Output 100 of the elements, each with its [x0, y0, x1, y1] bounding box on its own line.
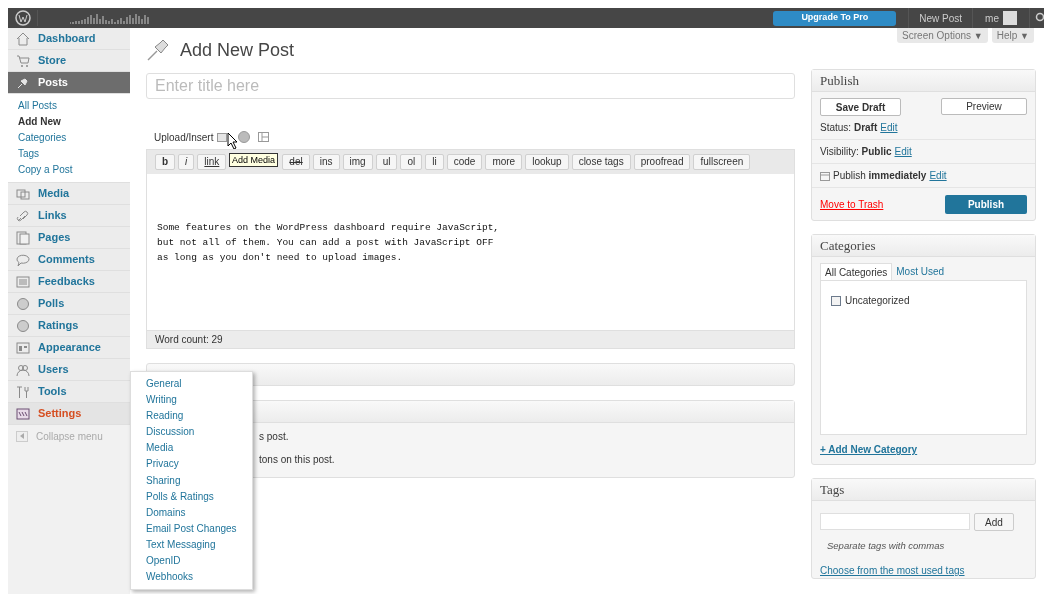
format-button[interactable]: more	[485, 154, 523, 170]
format-button[interactable]: close tags	[571, 154, 631, 170]
users-icon	[16, 362, 30, 377]
menu-item[interactable]: Comments	[8, 249, 130, 271]
user-name[interactable]: me	[985, 10, 999, 26]
panel-title: Categories	[820, 236, 876, 255]
upload-insert-label: Upload/Insert	[154, 130, 214, 145]
editor-text: but not all of them. You can add a post with JavaScript OFF	[157, 236, 494, 250]
tags-hint: Separate tags with commas	[827, 539, 946, 553]
chain-icon	[16, 208, 30, 223]
menu-item[interactable]: Polls	[8, 293, 130, 315]
flyout-menu-item[interactable]: General	[146, 376, 182, 393]
submenu-item[interactable]: Tags	[18, 146, 40, 162]
publish-button[interactable]: Publish	[945, 194, 1027, 214]
flyout-menu-item[interactable]: Writing	[146, 392, 177, 409]
preview-button[interactable]: Preview	[941, 98, 1027, 115]
collapse-icon[interactable]	[16, 430, 28, 442]
move-to-trash-link[interactable]: Move to Trash	[820, 196, 884, 212]
page-title: Add New Post	[180, 38, 295, 62]
menu-item[interactable]: Tools	[8, 381, 130, 403]
checkbox[interactable]	[831, 295, 841, 306]
format-button[interactable]: li	[425, 154, 444, 170]
house-icon	[16, 31, 30, 46]
flyout-menu-item[interactable]: Privacy	[146, 456, 179, 473]
editor-text: Some features on the WordPress dashboard require JavaScript,	[157, 221, 500, 235]
menu-item[interactable]: Feedbacks	[8, 271, 130, 293]
add-tag-button[interactable]: Add	[974, 513, 1014, 531]
tag-input-field[interactable]	[820, 513, 970, 530]
menu-item[interactable]: Appearance	[8, 337, 130, 359]
calendar-icon	[820, 170, 830, 181]
add-new-category-link[interactable]: + Add New Category	[820, 442, 918, 457]
flyout-menu-item[interactable]: Email Post Changes	[146, 520, 237, 537]
publish-setting: Publish immediately	[833, 169, 927, 183]
pages-icon	[16, 230, 30, 245]
editor-text: as long as you don't need to upload images.	[157, 251, 403, 265]
publish-setting: Visibility: Public	[820, 145, 892, 159]
category-tab[interactable]: Most Used	[892, 263, 949, 280]
form-icon	[16, 274, 30, 289]
flyout-menu-item[interactable]: Polls & Ratings	[146, 488, 214, 505]
panel-title: Tags	[820, 480, 845, 499]
menu-item[interactable]: Settings	[8, 403, 130, 425]
choose-tags-link[interactable]: Choose from the most used tags	[820, 563, 965, 579]
tooltip: Add Media	[229, 153, 279, 167]
submenu-item[interactable]: All Posts	[18, 98, 57, 114]
format-button[interactable]: ul	[375, 154, 398, 170]
flyout-menu-item[interactable]: Sharing	[146, 472, 181, 489]
circle-icon	[16, 318, 30, 333]
category-label: Uncategorized	[845, 294, 910, 308]
menu-item[interactable]: Store	[8, 50, 130, 72]
flyout-menu-item[interactable]: Domains	[146, 504, 186, 521]
option-text: s post.	[259, 430, 289, 444]
flyout-menu-item[interactable]: Discussion	[146, 424, 195, 441]
italic-button[interactable]: i	[178, 154, 195, 170]
menu-item[interactable]: Pages	[8, 227, 130, 249]
save-draft-button[interactable]: Save Draft	[820, 98, 901, 116]
speech-bubble-icon	[16, 252, 30, 267]
circle-icon[interactable]	[238, 131, 251, 143]
format-button[interactable]: lookup	[525, 154, 569, 170]
category-tab[interactable]: All Categories	[820, 263, 893, 280]
upgrade-button[interactable]: Upgrade To Pro	[773, 10, 897, 26]
menu-item[interactable]: Media	[8, 183, 130, 205]
help-button[interactable]: Help ▼	[991, 28, 1034, 43]
tools-icon	[16, 384, 30, 399]
flyout-menu-item[interactable]: Media	[146, 440, 174, 457]
media-icon[interactable]	[258, 132, 270, 142]
menu-item[interactable]: Links	[8, 205, 130, 227]
settings-icon	[16, 406, 30, 421]
panel-title: Publish	[820, 71, 859, 90]
search-icon[interactable]	[1034, 12, 1044, 24]
cursor-icon	[227, 132, 239, 150]
menu-item[interactable]: Users	[8, 359, 130, 381]
format-button[interactable]: proofread	[633, 154, 691, 170]
image-icon[interactable]	[217, 132, 228, 142]
title-field[interactable]: Enter title here	[146, 73, 795, 99]
format-button[interactable]: fullscreen	[693, 154, 751, 170]
logo-icon[interactable]	[14, 10, 31, 26]
layout-icon	[16, 340, 30, 355]
submenu-item[interactable]: Categories	[18, 130, 67, 146]
menu-item[interactable]: Posts	[8, 72, 130, 94]
format-button[interactable]: ol	[400, 154, 423, 170]
format-button[interactable]: ins	[312, 154, 340, 170]
submenu-item[interactable]: Add New	[18, 114, 61, 130]
bold-button[interactable]: b	[155, 154, 176, 170]
cart-icon	[16, 53, 30, 68]
flyout-menu-item[interactable]: OpenID	[146, 553, 181, 570]
flyout-menu-item[interactable]: Webhooks	[146, 569, 194, 586]
flyout-menu-item[interactable]: Text Messaging	[146, 536, 216, 554]
option-text: tons on this post.	[259, 453, 335, 467]
screen-options-button[interactable]: Screen Options ▼	[897, 28, 988, 43]
submenu-item[interactable]: Copy a Post	[18, 162, 73, 178]
flyout-menu-item[interactable]: Reading	[146, 408, 184, 425]
link-button[interactable]: link	[197, 154, 227, 170]
format-button[interactable]: img	[342, 154, 373, 170]
edit-link[interactable]: Edit	[894, 144, 912, 159]
edit-link[interactable]: Edit	[929, 168, 947, 183]
menu-item[interactable]: Ratings	[8, 315, 130, 337]
menu-item[interactable]: Dashboard	[8, 28, 130, 50]
strikethrough-button[interactable]: del	[282, 154, 310, 170]
format-button[interactable]: code	[446, 154, 483, 170]
edit-link[interactable]: Edit	[880, 120, 898, 135]
